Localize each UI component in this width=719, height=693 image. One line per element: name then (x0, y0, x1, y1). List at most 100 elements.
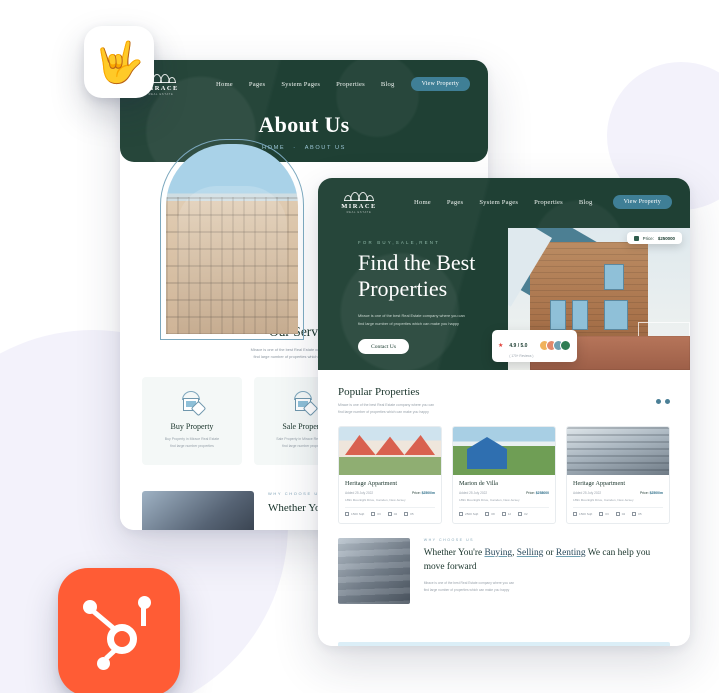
property-price: $2500/m (649, 491, 663, 495)
property-price: $2500/m (421, 491, 435, 495)
nav-item-properties[interactable]: Properties (534, 199, 563, 206)
service-desc-line2: find large number properties (170, 443, 214, 448)
house-arch-logo-icon (146, 72, 176, 83)
feature-area: 2500 Sqft (459, 512, 478, 516)
brand-logo[interactable]: MIRACE REAL ESTATE (138, 72, 184, 96)
feature-bathrooms: 04 (387, 512, 397, 516)
home-page-preview[interactable]: MIRACE REAL ESTATE Home Pages System Pag… (318, 178, 690, 646)
carousel-nav-dots[interactable] (656, 398, 670, 404)
area-icon (459, 512, 463, 516)
home-why-choose-row: WHY CHOOSE US Whether You're Buying, Sel… (338, 538, 670, 604)
why-desc-line1: Mirace is one of the best Real Estate co… (423, 581, 515, 586)
hero-title-line1: Find the Best (358, 250, 476, 275)
nav-item-pages[interactable]: Pages (447, 199, 463, 206)
feature-bathrooms: 12 (501, 512, 512, 516)
popular-subtitle-line1: Mirace is one of the best Real Estate co… (338, 403, 435, 407)
feature-garage: 05 (404, 512, 414, 516)
rating-score: 4.9 / 5.0 (509, 343, 528, 349)
feature-bedrooms: 03 (371, 512, 381, 516)
property-address: 1891 Moonlight Drive, Camden, New Jersey (345, 498, 406, 502)
brand-tagline: REAL ESTATE (346, 211, 372, 214)
property-features: 1500 Sqft 03 04 05 (345, 507, 435, 516)
nav-item-system-pages[interactable]: System Pages (281, 81, 320, 88)
property-price-label: Price: (639, 491, 649, 495)
hero-title-line2: Properties (358, 275, 448, 301)
property-title: Heritage Appartment (573, 480, 626, 487)
feature-label: 05 (410, 512, 414, 516)
hubspot-sprocket-glyph (81, 594, 157, 670)
brand-logo[interactable]: MIRACE REAL ESTATE (336, 190, 382, 214)
hero-desc-line1: Mirace is one of the best Real Estate co… (358, 312, 465, 318)
property-card-row: Heritage Appartment Added 25 July 2022 P… (338, 426, 670, 524)
feature-label: 12 (507, 512, 512, 516)
why-head-renting[interactable]: Renting (556, 548, 586, 558)
property-card[interactable]: Heritage Appartment Added 25 July 2022 P… (566, 426, 670, 524)
property-features: 2500 Sqft 08 12 02 (459, 507, 549, 516)
star-icon: ★ (498, 342, 504, 349)
property-photo (453, 427, 555, 475)
why-head-part-a: Whether You're (423, 548, 485, 558)
hero-title: Find the Best Properties (358, 250, 690, 302)
view-property-button[interactable]: View Property (612, 195, 672, 209)
nav-item-blog[interactable]: Blog (579, 199, 593, 206)
buy-property-icon (180, 390, 207, 417)
why-choose-description: Mirace is one of the best Real Estate co… (424, 580, 670, 593)
feature-bedrooms: 03 (599, 512, 609, 516)
home-navbar: MIRACE REAL ESTATE Home Pages System Pag… (318, 178, 690, 214)
nav-item-home[interactable]: Home (414, 199, 431, 206)
avatar (560, 340, 572, 352)
rating-badge: ★ 4.9 / 5.0 ( 170+ Reviews ) (492, 330, 578, 362)
home-nav-links: Home Pages System Pages Properties Blog (414, 199, 593, 206)
contact-us-button[interactable]: Contact Us (358, 339, 410, 355)
carousel-prev-dot[interactable] (656, 398, 661, 404)
feature-bathrooms: 04 (615, 512, 625, 516)
sale-property-icon (292, 390, 319, 417)
nav-item-system-pages[interactable]: System Pages (479, 199, 518, 206)
why-choose-photo (142, 490, 254, 530)
property-added-date: Added 25 July 2022 (345, 491, 374, 495)
property-card[interactable]: Heritage Appartment Added 25 July 2022 P… (338, 426, 442, 524)
why-head-buying[interactable]: Buying (484, 548, 512, 558)
popular-properties-header: Popular Properties Mirace is one of the … (338, 386, 670, 416)
property-price-label: Price: (526, 491, 535, 495)
rating-review-count: ( 170+ Reviews ) (509, 353, 534, 358)
bed-icon (485, 512, 490, 516)
home-hero-banner: MIRACE REAL ESTATE Home Pages System Pag… (318, 178, 690, 370)
service-card-buy[interactable]: Buy Property Buy Property in Mirace Real… (142, 376, 242, 465)
hubspot-logo-icon[interactable] (58, 568, 180, 693)
property-card[interactable]: Marion de Villa Added 25 July 2022 Price… (452, 426, 556, 524)
popular-properties-title: Popular Properties (338, 386, 420, 398)
bath-icon (615, 512, 620, 516)
feature-label: 2500 Sqft (465, 512, 479, 516)
page-bottom-strip (338, 642, 670, 646)
why-head-selling[interactable]: Selling (517, 548, 544, 558)
nav-item-pages[interactable]: Pages (249, 81, 265, 88)
property-title: Marion de Villa (459, 480, 499, 487)
carousel-next-dot[interactable] (665, 398, 670, 404)
feature-area: 1500 Sqft (345, 512, 364, 516)
screenshot-stage: MIRACE REAL ESTATE Home Pages System Pag… (0, 0, 719, 693)
price-badge-label: Price: (642, 235, 654, 241)
nav-item-properties[interactable]: Properties (336, 81, 365, 88)
brand-tagline: REAL ESTATE (148, 93, 174, 96)
nav-item-blog[interactable]: Blog (381, 81, 395, 88)
why-desc-line2: find large number of properties which ca… (423, 587, 510, 592)
bed-icon (599, 512, 604, 516)
feature-bedrooms: 08 (485, 512, 495, 516)
feature-label: 05 (638, 512, 642, 516)
area-icon (573, 512, 577, 516)
property-photo (567, 427, 669, 475)
property-meta: Heritage Appartment Added 25 July 2022 P… (339, 475, 441, 523)
property-title: Heritage Appartment (345, 480, 398, 487)
bed-icon (371, 512, 376, 516)
service-desc: Buy Property in Mirace Real Estate find … (150, 436, 234, 450)
about-nav-links: Home Pages System Pages Properties Blog (216, 81, 395, 88)
property-added-date: Added 25 July 2022 (459, 491, 488, 495)
price-tag-icon (633, 235, 639, 241)
popular-subtitle-line2: find large number of properties which ca… (338, 410, 429, 414)
view-property-button[interactable]: View Property (410, 77, 470, 91)
about-navbar: MIRACE REAL ESTATE Home Pages System Pag… (120, 60, 488, 96)
bath-icon (501, 512, 506, 516)
nav-item-home[interactable]: Home (216, 81, 233, 88)
why-choose-heading: Whether You're Buying, Selling or Rentin… (424, 547, 670, 574)
